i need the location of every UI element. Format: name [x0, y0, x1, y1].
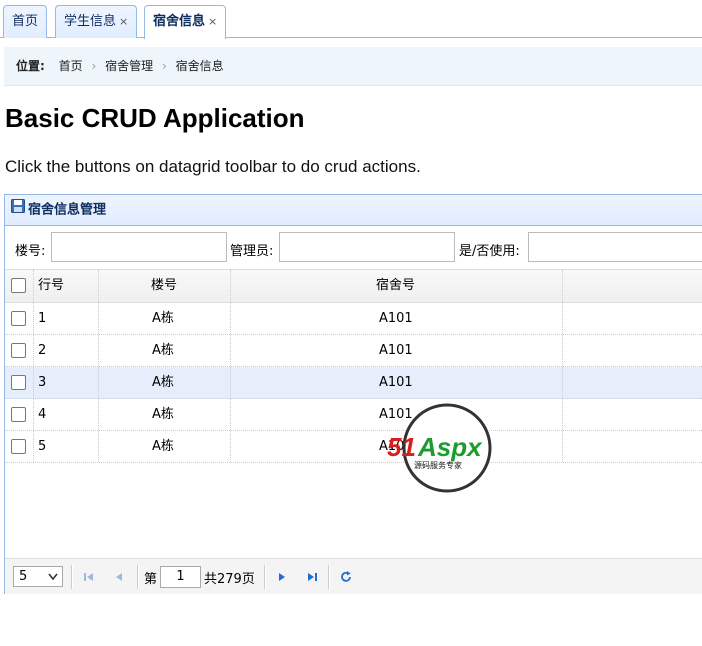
- tab-bar: 首页 学生信息 × 宿舍信息 ×: [0, 0, 702, 39]
- search-toolbar: 楼号: 管理员: 是/否使用:: [5, 226, 702, 270]
- close-icon[interactable]: ×: [208, 15, 217, 28]
- breadcrumb-item[interactable]: 首页: [59, 59, 83, 73]
- in-use-label: 是/否使用:: [459, 244, 520, 259]
- page-description: Click the buttons on datagrid toolbar to…: [5, 157, 421, 176]
- table-row[interactable]: 2 A栋 A101: [5, 335, 702, 367]
- page-size-value: 5: [19, 569, 28, 584]
- breadcrumb: 位置: 首页 › 宿舍管理 › 宿舍信息: [4, 47, 702, 86]
- first-page-icon[interactable]: [79, 567, 99, 587]
- row-checkbox[interactable]: [11, 407, 26, 422]
- row-number-cell: 3: [38, 375, 47, 390]
- manager-input[interactable]: [279, 232, 455, 262]
- page-title: Basic CRUD Application: [5, 103, 305, 133]
- close-icon[interactable]: ×: [119, 15, 128, 28]
- tab-label: 首页: [12, 14, 39, 29]
- chevron-right-icon: ›: [91, 59, 97, 73]
- select-all-checkbox[interactable]: [11, 278, 26, 293]
- tab-label: 宿舍信息: [153, 14, 206, 29]
- total-pages-label: 共279页: [204, 572, 255, 587]
- page-size-select[interactable]: 5: [13, 566, 63, 587]
- table-row[interactable]: 4 A栋 A101: [5, 399, 702, 431]
- table-row-selected[interactable]: 3 A栋 A101: [5, 367, 702, 399]
- refresh-icon[interactable]: [336, 567, 356, 587]
- building-input[interactable]: [51, 232, 227, 262]
- row-checkbox[interactable]: [11, 311, 26, 326]
- chevron-right-icon: ›: [161, 59, 167, 73]
- pagination-bar: 5 第 1 共279页: [5, 558, 702, 594]
- tab-label: 学生信息: [64, 14, 117, 29]
- room-cell: A101: [379, 375, 413, 390]
- tab-student-info[interactable]: 学生信息 ×: [55, 5, 138, 38]
- room-cell: A101: [379, 311, 413, 326]
- row-checkbox[interactable]: [11, 375, 26, 390]
- chevron-down-icon: [48, 566, 58, 594]
- svg-text:Aspx: Aspx: [417, 432, 483, 462]
- next-page-icon[interactable]: [272, 567, 292, 587]
- svg-text:源码服务专家: 源码服务专家: [414, 460, 462, 470]
- current-page-input[interactable]: 1: [160, 566, 201, 588]
- room-cell: A101: [379, 343, 413, 358]
- column-header-building[interactable]: 楼号: [151, 270, 177, 302]
- building-cell: A栋: [152, 343, 174, 358]
- building-label: 楼号:: [15, 244, 46, 259]
- prev-page-icon[interactable]: [109, 567, 129, 587]
- manager-label: 管理员:: [230, 244, 274, 259]
- building-cell: A栋: [152, 375, 174, 390]
- building-cell: A栋: [152, 407, 174, 422]
- row-number-cell: 5: [38, 439, 47, 454]
- table-row[interactable]: 1 A栋 A101: [5, 303, 702, 335]
- save-icon: [11, 195, 25, 225]
- breadcrumb-item: 宿舍信息: [175, 59, 224, 73]
- datagrid: 行号 楼号 宿舍号 1 A栋 A101 2 A栋 A101 3 A栋 A101 …: [5, 270, 702, 463]
- panel-header: 宿舍信息管理: [5, 195, 702, 226]
- page-prefix-label: 第: [144, 572, 158, 587]
- in-use-input[interactable]: [528, 232, 702, 262]
- tab-home[interactable]: 首页: [3, 5, 48, 38]
- last-page-icon[interactable]: [302, 567, 322, 587]
- row-checkbox[interactable]: [11, 343, 26, 358]
- column-header-room[interactable]: 宿舍号: [376, 270, 415, 302]
- svg-text:51: 51: [387, 432, 416, 462]
- datagrid-panel: 宿舍信息管理 楼号: 管理员: 是/否使用: 行号 楼号 宿舍号 1 A栋 A1…: [4, 194, 702, 594]
- row-number-cell: 2: [38, 343, 47, 358]
- table-row[interactable]: 5 A栋 A101: [5, 431, 702, 463]
- building-cell: A栋: [152, 311, 174, 326]
- breadcrumb-label: 位置:: [16, 59, 45, 73]
- column-header-row-number[interactable]: 行号: [38, 270, 64, 302]
- row-checkbox[interactable]: [11, 439, 26, 454]
- watermark-logo: 51 Aspx 源码服务专家: [382, 402, 512, 494]
- tab-dorm-info[interactable]: 宿舍信息 ×: [144, 5, 227, 39]
- row-number-cell: 4: [38, 407, 47, 422]
- building-cell: A栋: [152, 439, 174, 454]
- row-number-cell: 1: [38, 311, 47, 326]
- panel-title: 宿舍信息管理: [28, 202, 107, 218]
- breadcrumb-item[interactable]: 宿舍管理: [105, 59, 153, 73]
- grid-header: 行号 楼号 宿舍号: [5, 270, 702, 303]
